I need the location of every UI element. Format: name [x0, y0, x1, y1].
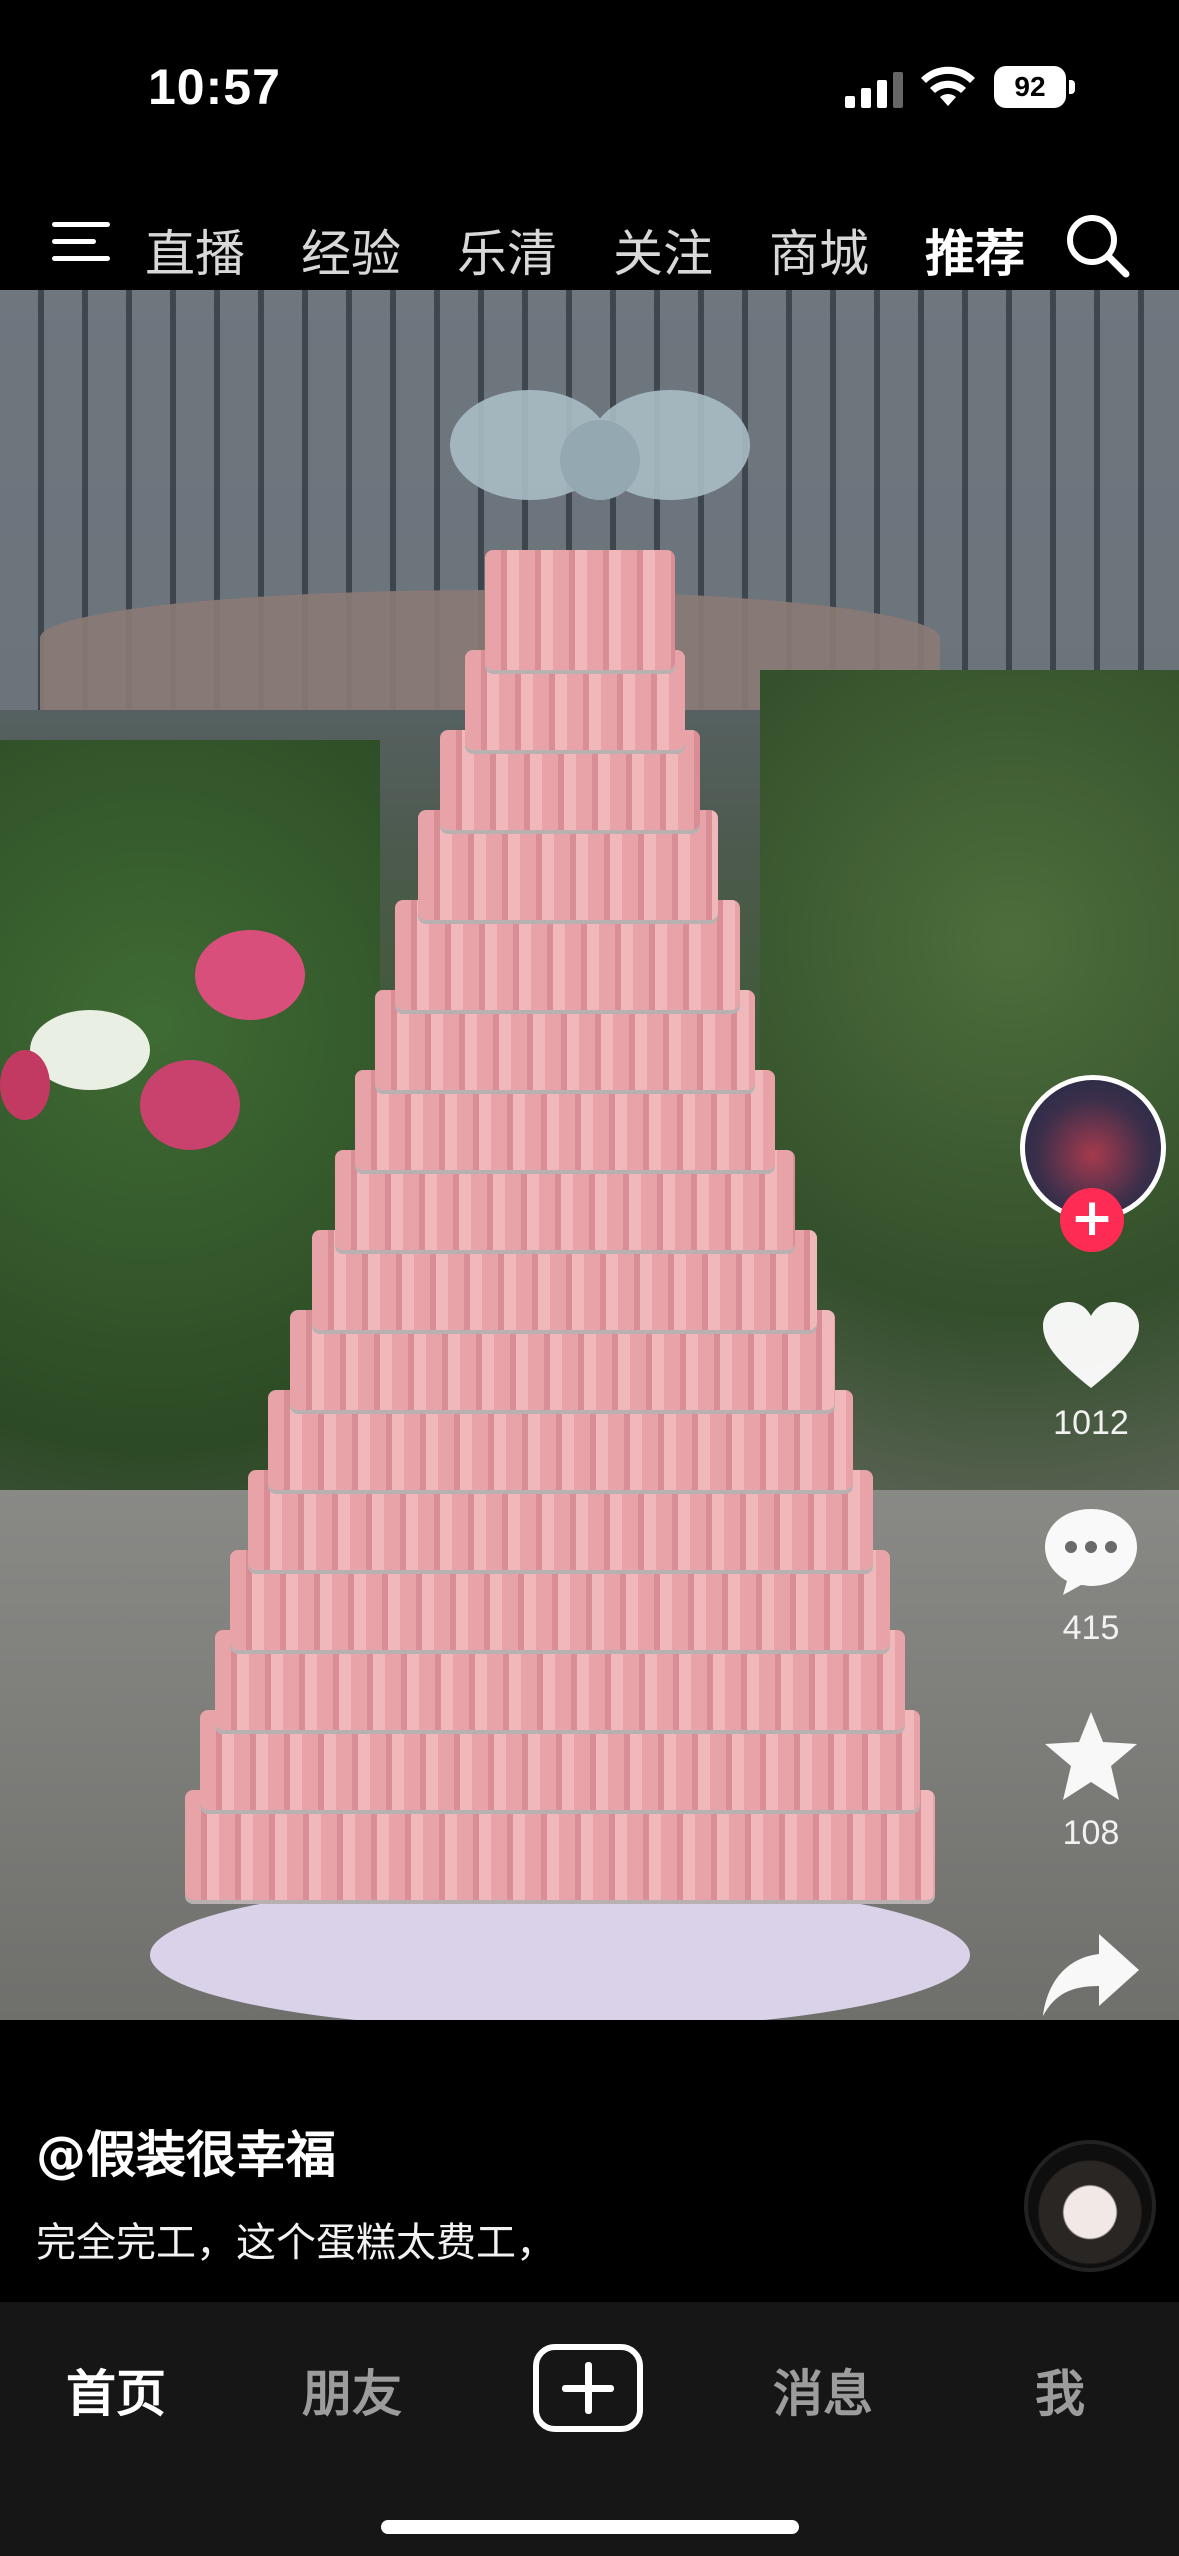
top-nav: 直播 经验 乐清 关注 商城 推荐: [0, 170, 1179, 296]
tab-mall[interactable]: 商城: [769, 214, 869, 286]
tab-messages[interactable]: 消息: [773, 2354, 873, 2426]
caption-area: @假装很幸福 完全完工，这个蛋糕太费工，: [0, 2020, 1179, 2302]
tab-local-yueqing[interactable]: 乐清: [457, 214, 557, 286]
video-description[interactable]: 完全完工，这个蛋糕太费工，: [36, 2210, 556, 2268]
status-bar: 10:57 92: [0, 0, 1179, 170]
tab-recommended[interactable]: 推荐: [925, 214, 1025, 296]
tab-live[interactable]: 直播: [145, 214, 245, 286]
cellular-signal-icon: [845, 72, 903, 108]
comment-icon: [1045, 1509, 1137, 1595]
cake-stand: [150, 1880, 970, 2020]
favorite-button[interactable]: 108: [1026, 1710, 1156, 1853]
pink-flowers: [140, 1060, 240, 1150]
like-count: 1012: [1053, 1404, 1129, 1442]
tab-following[interactable]: 关注: [613, 214, 713, 286]
cake-tier: [485, 550, 675, 670]
favorite-count: 108: [1062, 1814, 1120, 1852]
tab-home[interactable]: 首页: [66, 2354, 166, 2426]
author-name[interactable]: @假装很幸福: [36, 2115, 336, 2187]
share-arrow-icon: [1043, 1934, 1139, 2016]
tab-friends[interactable]: 朋友: [302, 2354, 402, 2426]
video-player[interactable]: + 1012 415 108 4855: [0, 290, 1179, 2020]
status-time: 10:57: [148, 59, 281, 115]
wifi-icon: [921, 66, 975, 106]
follow-button[interactable]: +: [1060, 1188, 1124, 1252]
comment-button[interactable]: 415: [1026, 1505, 1156, 1648]
tab-me[interactable]: 我: [1035, 2354, 1085, 2426]
comment-count: 415: [1062, 1609, 1120, 1647]
ribbon-bow: [450, 390, 750, 500]
battery-icon: 92: [994, 66, 1076, 108]
music-disc-icon[interactable]: [1024, 2140, 1156, 2272]
home-indicator[interactable]: [381, 2520, 799, 2534]
heart-icon: [1043, 1302, 1139, 1388]
search-icon[interactable]: [1062, 210, 1132, 280]
create-post-button[interactable]: [533, 2344, 643, 2432]
battery-level: 92: [994, 66, 1066, 108]
like-button[interactable]: 1012: [1026, 1300, 1156, 1443]
menu-icon[interactable]: [52, 220, 112, 264]
bottom-tab-bar: 首页 朋友 消息 我: [0, 2302, 1179, 2556]
tab-experience[interactable]: 经验: [301, 214, 401, 286]
nav-tabs: 直播 经验 乐清 关注 商城 推荐: [145, 214, 1081, 296]
pink-flowers: [195, 930, 305, 1020]
share-button[interactable]: 4855: [1026, 1930, 1156, 2020]
star-icon: [1045, 1712, 1137, 1800]
pink-flowers: [0, 1050, 50, 1120]
